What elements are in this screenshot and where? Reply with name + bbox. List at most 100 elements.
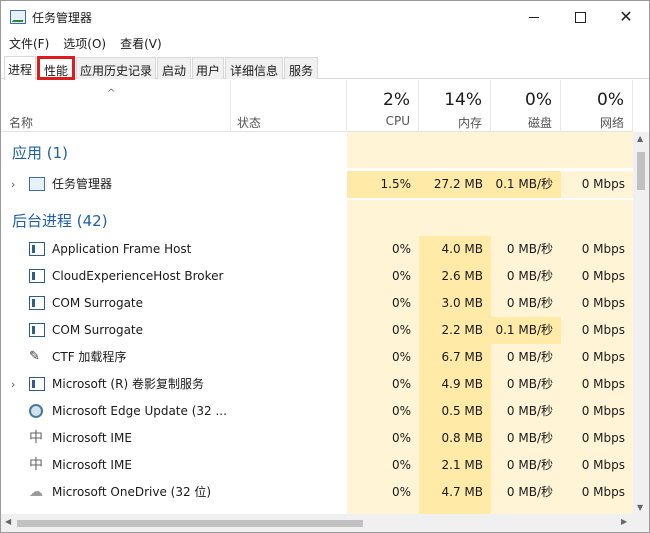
maximize-button[interactable]	[557, 1, 603, 33]
memory-value: 4.0 MB	[419, 236, 491, 263]
cpu-value: 0%	[347, 290, 419, 317]
process-row[interactable]: 0% 4.9 MB 0 MB/秒 0 Mbps › Microsoft (R) …	[1, 371, 633, 398]
tab-users[interactable]: 用户	[192, 57, 224, 79]
memory-value: 3.0 MB	[419, 290, 491, 317]
horizontal-scroll-thumb[interactable]	[17, 520, 363, 527]
maximize-icon	[574, 11, 586, 23]
minimize-button[interactable]	[511, 1, 557, 33]
process-row[interactable]: 0% 3.0 MB 0 MB/秒 0 Mbps COM Surrogate	[1, 290, 633, 317]
process-row[interactable]: 0% 0.8 MB 0 MB/秒 0 Mbps 中 Microsoft IME	[1, 425, 633, 452]
sort-up-icon: ^	[107, 88, 116, 99]
tab-processes[interactable]: 进程	[4, 56, 36, 80]
background-group-label: 后台进程 (42)	[12, 212, 108, 230]
window-icon	[29, 296, 45, 310]
vertical-scrollbar[interactable]: ▲ ▼	[633, 132, 649, 514]
menu-bar: 文件(F) 选项(O) 查看(V)	[1, 33, 168, 53]
memory-value: 2.6 MB	[419, 263, 491, 290]
tab-app-history[interactable]: 应用历史记录	[76, 57, 156, 79]
disk-value: 0 MB/秒	[491, 452, 561, 479]
task-manager-window: 任务管理器 ✕ 文件(F) 选项(O) 查看(V) 进程 性能 应用历史记录 启…	[0, 0, 650, 533]
memory-value: 27.2 MB	[419, 171, 491, 198]
task-manager-icon	[10, 10, 26, 24]
network-value: 0 Mbps	[561, 479, 633, 506]
title-bar[interactable]: 任务管理器 ✕	[1, 1, 649, 33]
process-name: Microsoft IME	[52, 431, 132, 445]
disk-total-percent: 0%	[525, 90, 552, 110]
tab-startup[interactable]: 启动	[157, 57, 191, 79]
horizontal-scrollbar[interactable]: ◀ ▶	[1, 514, 649, 532]
memory-value: 2.2 MB	[419, 317, 491, 344]
memory-value: 2.1 MB	[419, 452, 491, 479]
network-value: 0 Mbps	[561, 317, 633, 344]
memory-header-label: 内存	[457, 116, 482, 130]
network-value: 0 Mbps	[561, 236, 633, 263]
process-row-partial[interactable]	[1, 506, 633, 514]
ctf-icon: ✎	[29, 349, 40, 364]
memory-column-header[interactable]: 14% 内存	[419, 80, 491, 132]
memory-value: 6.7 MB	[419, 344, 491, 371]
scroll-left-icon[interactable]: ◀	[5, 517, 11, 526]
disk-value: 0 MB/秒	[491, 344, 561, 371]
disk-value: 0 MB/秒	[491, 371, 561, 398]
network-value: 0 Mbps	[561, 263, 633, 290]
disk-value: 0 MB/秒	[491, 290, 561, 317]
process-row[interactable]: 1.5% 27.2 MB 0.1 MB/秒 0 Mbps › 任务管理器	[1, 171, 633, 198]
memory-value: 0.8 MB	[419, 425, 491, 452]
cpu-column-header[interactable]: 2% CPU	[347, 80, 419, 132]
network-value: 0 Mbps	[561, 290, 633, 317]
process-name: 任务管理器	[52, 177, 113, 191]
menu-file[interactable]: 文件(F)	[1, 33, 55, 53]
window-icon	[29, 269, 45, 283]
expand-chevron-icon[interactable]: ›	[11, 178, 15, 191]
name-header-label: 名称	[9, 116, 34, 130]
onedrive-icon: ☁	[29, 484, 43, 500]
close-icon: ✕	[619, 7, 633, 26]
process-row[interactable]: 0% 4.0 MB 0 MB/秒 0 Mbps Application Fram…	[1, 236, 633, 263]
task-manager-icon	[29, 177, 45, 191]
tab-services[interactable]: 服务	[284, 57, 318, 79]
network-column-header[interactable]: 0% 网络	[561, 80, 633, 132]
memory-total-percent: 14%	[444, 90, 482, 110]
network-value: 0 Mbps	[561, 425, 633, 452]
process-name: Microsoft OneDrive (32 位)	[52, 485, 212, 499]
network-value: 0 Mbps	[561, 344, 633, 371]
scroll-right-icon[interactable]: ▶	[621, 517, 627, 526]
window-icon	[29, 377, 45, 391]
expand-chevron-icon[interactable]: ›	[11, 378, 15, 391]
cpu-header-label: CPU	[385, 114, 410, 128]
disk-header-label: 磁盘	[527, 116, 552, 130]
memory-value: 0.5 MB	[419, 398, 491, 425]
network-value: 0 Mbps	[561, 371, 633, 398]
disk-value: 0 MB/秒	[491, 236, 561, 263]
cpu-value: 0%	[347, 317, 419, 344]
disk-value: 0.1 MB/秒	[491, 317, 561, 344]
process-row[interactable]: 0% 6.7 MB 0 MB/秒 0 Mbps ✎ CTF 加载程序	[1, 344, 633, 371]
process-row[interactable]: 0% 2.2 MB 0.1 MB/秒 0 Mbps COM Surrogate	[1, 317, 633, 344]
cpu-total-percent: 2%	[383, 90, 410, 110]
menu-view[interactable]: 查看(V)	[112, 33, 168, 53]
minimize-icon	[529, 16, 539, 18]
disk-column-header[interactable]: 0% 磁盘	[491, 80, 561, 132]
network-total-percent: 0%	[597, 90, 624, 110]
cpu-value: 0%	[347, 236, 419, 263]
scroll-up-icon[interactable]: ▲	[637, 134, 643, 143]
process-row[interactable]: 0% 2.6 MB 0 MB/秒 0 Mbps CloudExperienceH…	[1, 263, 633, 290]
tab-bar: 进程 性能 应用历史记录 启动 用户 详细信息 服务	[1, 56, 649, 80]
tab-details[interactable]: 详细信息	[225, 57, 283, 79]
cpu-value: 0%	[347, 452, 419, 479]
network-value: 0 Mbps	[561, 171, 633, 198]
process-row[interactable]: 0% 4.7 MB 0 MB/秒 0 Mbps ☁ Microsoft OneD…	[1, 479, 633, 506]
memory-value: 4.7 MB	[419, 479, 491, 506]
scroll-down-icon[interactable]: ▼	[637, 503, 643, 512]
cpu-value: 0%	[347, 371, 419, 398]
menu-options[interactable]: 选项(O)	[55, 33, 112, 53]
tab-performance[interactable]: 性能	[37, 56, 75, 80]
vertical-scroll-thumb[interactable]	[637, 152, 645, 190]
disk-value: 0 MB/秒	[491, 425, 561, 452]
name-column-header[interactable]: ^ 名称	[1, 80, 231, 132]
process-row[interactable]: 0% 2.1 MB 0 MB/秒 0 Mbps 中 Microsoft IME	[1, 452, 633, 479]
close-button[interactable]: ✕	[603, 1, 649, 33]
status-column-header[interactable]: 状态	[231, 80, 347, 132]
process-name: Microsoft IME	[52, 458, 132, 472]
process-row[interactable]: 0% 0.5 MB 0 MB/秒 0 Mbps Microsoft Edge U…	[1, 398, 633, 425]
